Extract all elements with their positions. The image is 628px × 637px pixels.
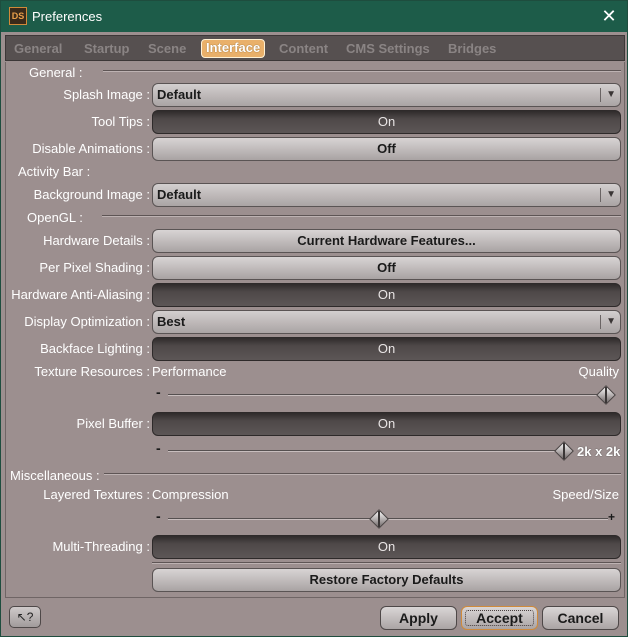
pixel-buffer-label: Pixel Buffer :: [76, 416, 150, 431]
help-arrow-question-icon: ↖: [16, 610, 27, 624]
hardware-details-label: Hardware Details :: [43, 233, 150, 248]
section-divider: [103, 70, 621, 72]
tab-general[interactable]: General: [14, 40, 62, 57]
layered-textures-slider-handle[interactable]: [369, 509, 389, 529]
section-general-heading: General :: [29, 65, 83, 80]
pixel-buffer-slider-track[interactable]: [168, 450, 563, 452]
layered-textures-max-label: Speed/Size: [552, 487, 620, 502]
per-pixel-shading-toggle[interactable]: Off: [152, 256, 621, 280]
tab-interface[interactable]: Interface: [201, 39, 266, 58]
pixel-buffer-slider-handle[interactable]: [554, 441, 574, 461]
disable-animations-label: Disable Animations :: [32, 141, 150, 156]
window-title: Preferences: [32, 9, 103, 24]
splash-image-value: Default: [157, 87, 202, 102]
dropdown-separator: [600, 88, 601, 102]
pixel-buffer-toggle[interactable]: On: [152, 412, 621, 436]
display-optimization-value: Best: [157, 314, 186, 329]
whats-this-help-button[interactable]: ↖?: [9, 606, 41, 628]
layered-textures-minus-icon[interactable]: -: [156, 508, 161, 524]
hardware-anti-aliasing-toggle[interactable]: On: [152, 283, 621, 307]
texture-resources-label: Texture Resources :: [34, 364, 150, 379]
tab-startup[interactable]: Startup: [84, 40, 130, 57]
section-opengl-heading: OpenGL :: [27, 210, 83, 225]
section-activity-bar-heading: Activity Bar :: [18, 164, 91, 179]
backface-lighting-label: Backface Lighting :: [40, 341, 150, 356]
daz-studio-logo-icon: DS: [9, 7, 27, 25]
interface-settings-panel: General : Splash Image : Default ▼ Tool …: [5, 62, 625, 598]
layered-textures-label: Layered Textures :: [43, 487, 150, 502]
chevron-down-icon: ▼: [606, 89, 616, 100]
multi-threading-toggle[interactable]: On: [152, 535, 621, 559]
section-divider: [104, 473, 621, 475]
multi-threading-label: Multi-Threading :: [52, 539, 150, 554]
slider-handle-notch: [563, 443, 565, 459]
current-hardware-features-button[interactable]: Current Hardware Features...: [152, 229, 621, 253]
pixel-buffer-minus-icon[interactable]: -: [156, 440, 161, 456]
display-optimization-label: Display Optimization :: [24, 314, 150, 329]
splash-image-dropdown[interactable]: Default ▼: [152, 83, 621, 107]
title-bar: DS Preferences ✕: [1, 1, 627, 32]
texture-resources-slider-handle[interactable]: [596, 385, 616, 405]
chevron-down-icon: ▼: [606, 189, 616, 200]
restore-factory-defaults-button[interactable]: Restore Factory Defaults: [152, 568, 621, 592]
tab-bridges[interactable]: Bridges: [448, 40, 496, 57]
cancel-button[interactable]: Cancel: [542, 606, 619, 630]
texture-resources-minus-icon[interactable]: -: [156, 384, 161, 400]
dropdown-separator: [600, 188, 601, 202]
section-miscellaneous-heading: Miscellaneous :: [10, 468, 100, 483]
texture-resources-slider-track[interactable]: [168, 394, 610, 396]
apply-button[interactable]: Apply: [380, 606, 457, 630]
layered-textures-min-label: Compression: [152, 487, 229, 502]
layered-textures-plus-icon[interactable]: +: [608, 510, 615, 524]
accept-button-label: Accept: [465, 610, 534, 626]
help-question-mark: ?: [26, 610, 34, 624]
slider-handle-notch: [605, 387, 607, 403]
tab-content[interactable]: Content: [279, 40, 328, 57]
texture-resources-max-label: Quality: [578, 364, 619, 379]
tab-bar: General Startup Scene Interface Content …: [5, 35, 625, 61]
per-pixel-shading-label: Per Pixel Shading :: [39, 260, 150, 275]
background-image-value: Default: [157, 187, 202, 202]
tab-scene[interactable]: Scene: [148, 40, 186, 57]
section-divider: [102, 215, 621, 217]
dialog-footer: ↖? Apply Accept Cancel: [1, 599, 627, 636]
texture-resources-min-label: Performance: [152, 364, 227, 379]
slider-handle-notch: [378, 511, 380, 527]
hardware-anti-aliasing-label: Hardware Anti-Aliasing :: [11, 287, 150, 302]
disable-animations-toggle[interactable]: Off: [152, 137, 621, 161]
preferences-window: DS Preferences ✕ General Startup Scene I…: [0, 0, 628, 637]
pixel-buffer-size-value: 2k x 2k: [577, 444, 621, 459]
tab-cms-settings[interactable]: CMS Settings: [346, 40, 430, 57]
splash-image-label: Splash Image :: [63, 87, 150, 102]
accept-button[interactable]: Accept: [461, 606, 538, 630]
section-divider: [152, 562, 621, 564]
close-icon[interactable]: ✕: [597, 4, 621, 28]
chevron-down-icon: ▼: [606, 316, 616, 327]
background-image-label: Background Image :: [33, 187, 150, 202]
display-optimization-dropdown[interactable]: Best ▼: [152, 310, 621, 334]
dropdown-separator: [600, 315, 601, 329]
background-image-dropdown[interactable]: Default ▼: [152, 183, 621, 207]
backface-lighting-toggle[interactable]: On: [152, 337, 621, 361]
tool-tips-label: Tool Tips :: [91, 114, 150, 129]
tool-tips-toggle[interactable]: On: [152, 110, 621, 134]
